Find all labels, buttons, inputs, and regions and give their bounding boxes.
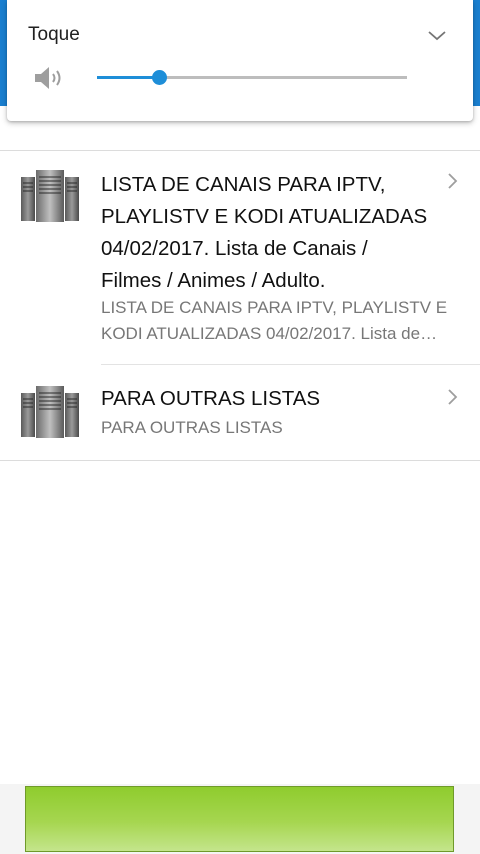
server-icon: [21, 170, 79, 222]
ad-banner[interactable]: [25, 786, 454, 852]
volume-stream-label: Toque: [28, 24, 80, 45]
list-item[interactable]: PARA OUTRAS LISTAS PARA OUTRAS LISTAS: [0, 365, 480, 460]
list-item-title: PARA OUTRAS LISTAS: [101, 387, 321, 410]
list-item-subtitle: PARA OUTRAS LISTAS: [101, 418, 283, 437]
list-item-title: LISTA DE CANAIS PARA IPTV, PLAYLISTV E K…: [101, 173, 428, 292]
list-bottom-divider: [0, 460, 480, 461]
list-item-subtitle: LISTA DE CANAIS PARA IPTV, PLAYLISTV E K…: [101, 298, 448, 343]
list-item[interactable]: LISTA DE CANAIS PARA IPTV, PLAYLISTV E K…: [0, 151, 480, 364]
chevron-right-icon: [448, 389, 458, 405]
volume-slider-fill: [97, 76, 159, 79]
chevron-down-icon[interactable]: [425, 24, 449, 48]
volume-slider-thumb[interactable]: [152, 70, 167, 85]
server-icon: [21, 386, 79, 438]
chevron-right-icon: [448, 173, 458, 189]
volume-slider[interactable]: [97, 70, 407, 85]
speaker-icon[interactable]: [33, 64, 63, 92]
volume-panel: Toque: [7, 0, 473, 121]
